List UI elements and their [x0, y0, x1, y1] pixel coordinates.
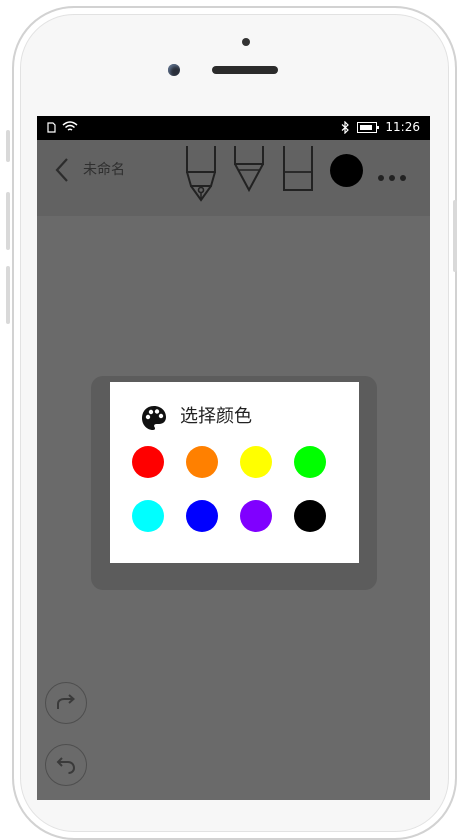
undo-icon: [56, 757, 76, 774]
volume-up-button: [6, 192, 10, 250]
color-swatch-green[interactable]: [294, 446, 326, 478]
color-swatch-cyan[interactable]: [132, 500, 164, 532]
front-camera: [168, 64, 180, 76]
back-arrow-icon[interactable]: [51, 156, 75, 184]
redo-button[interactable]: [45, 682, 87, 724]
current-color-button[interactable]: [330, 154, 363, 187]
status-bar: 11:26: [37, 116, 430, 140]
color-swatch-red[interactable]: [132, 446, 164, 478]
palette-icon: [142, 406, 166, 430]
redo-icon: [57, 694, 76, 709]
proximity-sensor: [242, 38, 250, 46]
app-screen: 11:26 未命名 选择颜色: [37, 116, 430, 800]
bluetooth-icon: [342, 120, 350, 134]
eraser-icon[interactable]: [280, 144, 316, 192]
color-swatch-yellow[interactable]: [240, 446, 272, 478]
color-swatch-orange[interactable]: [186, 446, 218, 478]
color-picker-dialog: 选择颜色: [110, 382, 359, 563]
top-toolbar: 未命名: [37, 140, 430, 216]
document-title: 未命名: [83, 162, 125, 178]
wifi-icon: [62, 121, 78, 131]
color-swatch-black[interactable]: [294, 500, 326, 532]
marker-icon[interactable]: [231, 144, 267, 194]
mute-switch: [6, 130, 10, 162]
undo-button[interactable]: [45, 744, 87, 786]
dialog-title: 选择颜色: [180, 406, 252, 427]
status-time: 11:26: [385, 120, 420, 134]
sim-card-icon: [47, 121, 56, 133]
pen-nib-icon[interactable]: [183, 144, 219, 204]
volume-down-button: [6, 266, 10, 324]
color-swatch-blue[interactable]: [186, 500, 218, 532]
power-button: [453, 200, 457, 272]
battery-icon: [357, 121, 380, 133]
more-options-icon[interactable]: [378, 166, 414, 181]
color-swatch-purple[interactable]: [240, 500, 272, 532]
earpiece-speaker: [212, 66, 278, 74]
